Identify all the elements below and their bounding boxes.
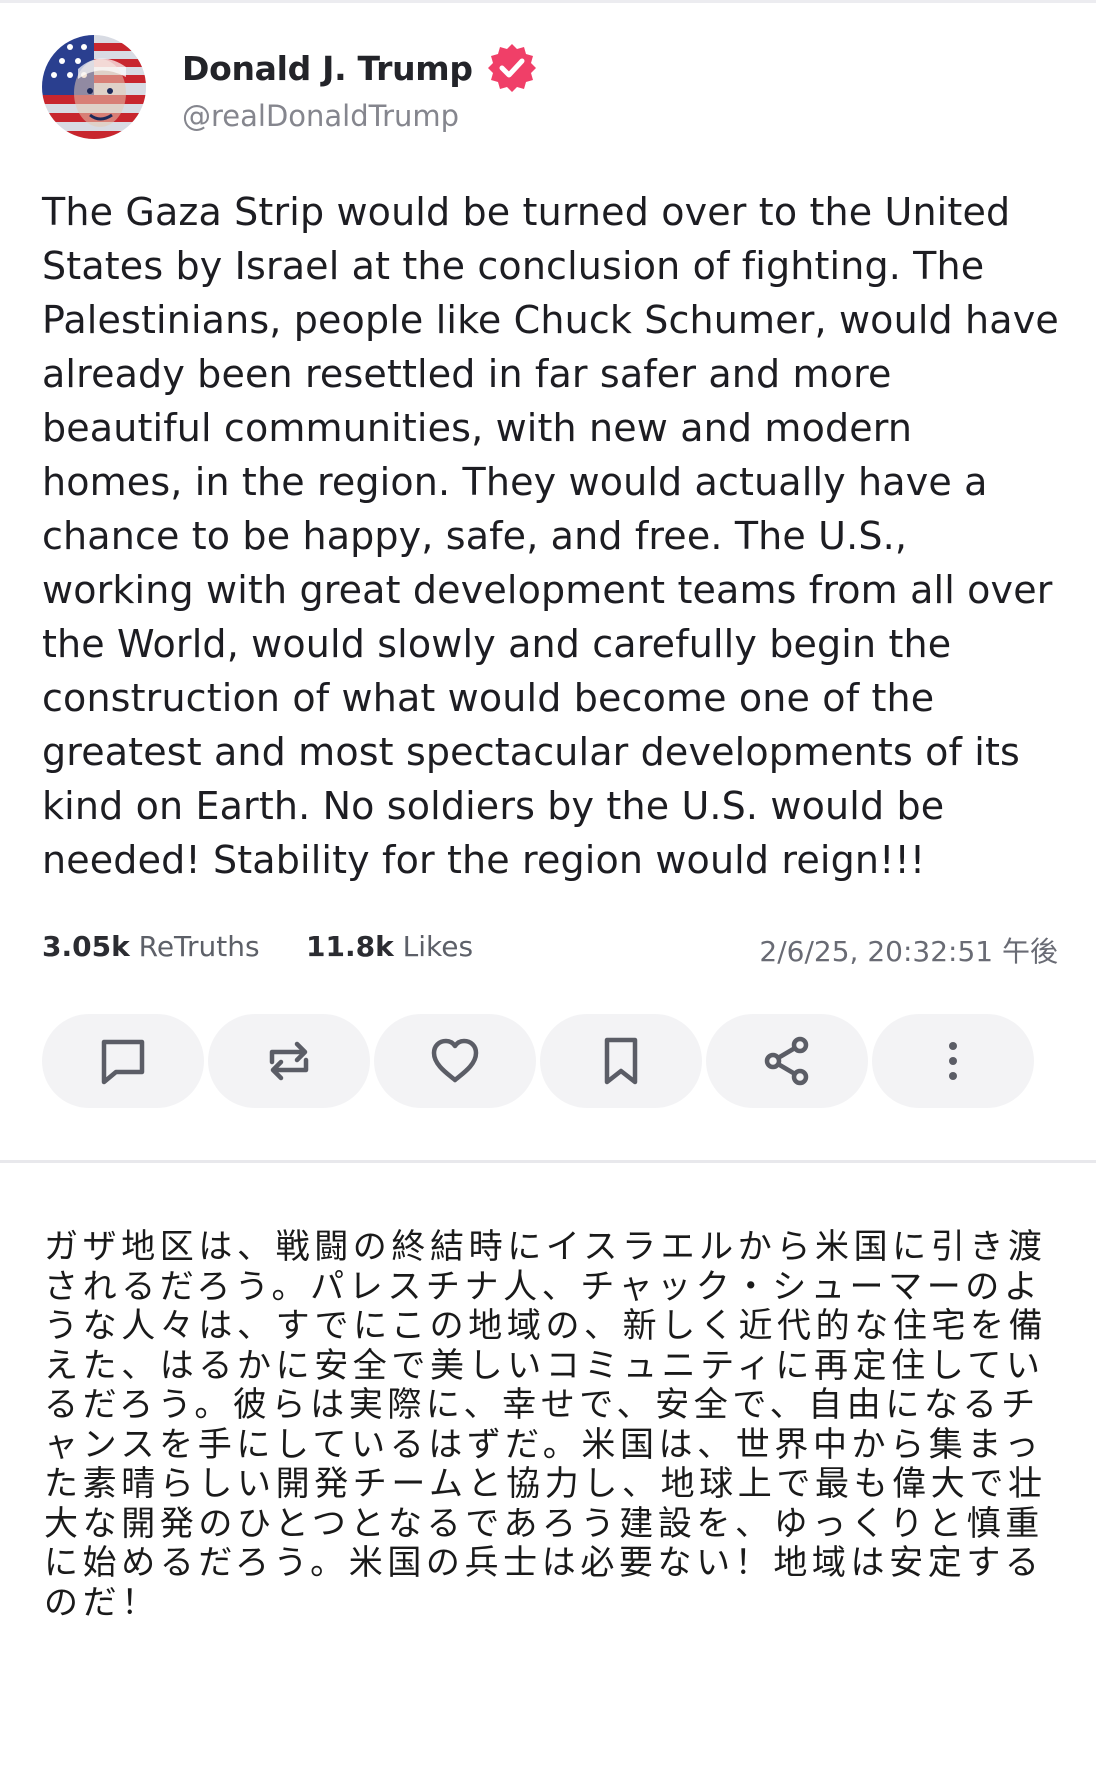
like-button[interactable] [374,1014,536,1108]
translation-text: ガザ地区は、戦闘の終結時にイスラエルから米国に引き渡されるだろう。パレスチナ人、… [44,1227,1048,1623]
avatar[interactable] [42,35,146,139]
comment-icon [101,1039,145,1085]
post-header: Donald J. Trump @realDonaldTrump [42,35,539,139]
likes-label: Likes [402,930,474,963]
retruths-count: 3.05k [42,930,130,963]
bookmark-icon [604,1037,638,1085]
section-divider [0,1160,1096,1163]
more-button[interactable] [872,1014,1034,1108]
reply-button[interactable] [42,1014,204,1108]
repost-icon [269,1041,309,1081]
bookmark-button[interactable] [540,1014,702,1108]
post-timestamp: 2/6/25, 20:32:51 午後 [759,935,1058,968]
top-border [0,0,1096,3]
retruths-stat[interactable]: 3.05k ReTruths [42,930,260,963]
likes-stat[interactable]: 11.8k Likes [306,930,473,963]
post-stats: 3.05k ReTruths 11.8k Likes 2/6/25, 20:32… [42,930,1058,970]
action-bar [42,1014,1034,1108]
likes-count: 11.8k [306,930,394,963]
share-button[interactable] [706,1014,868,1108]
share-icon [764,1036,809,1086]
more-vertical-icon [949,1042,957,1080]
post-text: The Gaza Strip would be turned over to t… [42,190,1059,882]
author-names: Donald J. Trump @realDonaldTrump [182,41,539,133]
display-name[interactable]: Donald J. Trump [182,49,473,88]
author-handle[interactable]: @realDonaldTrump [182,99,539,133]
retruth-button[interactable] [208,1014,370,1108]
retruths-label: ReTruths [138,930,260,963]
heart-icon [431,1038,479,1083]
verified-badge-icon [485,41,539,95]
